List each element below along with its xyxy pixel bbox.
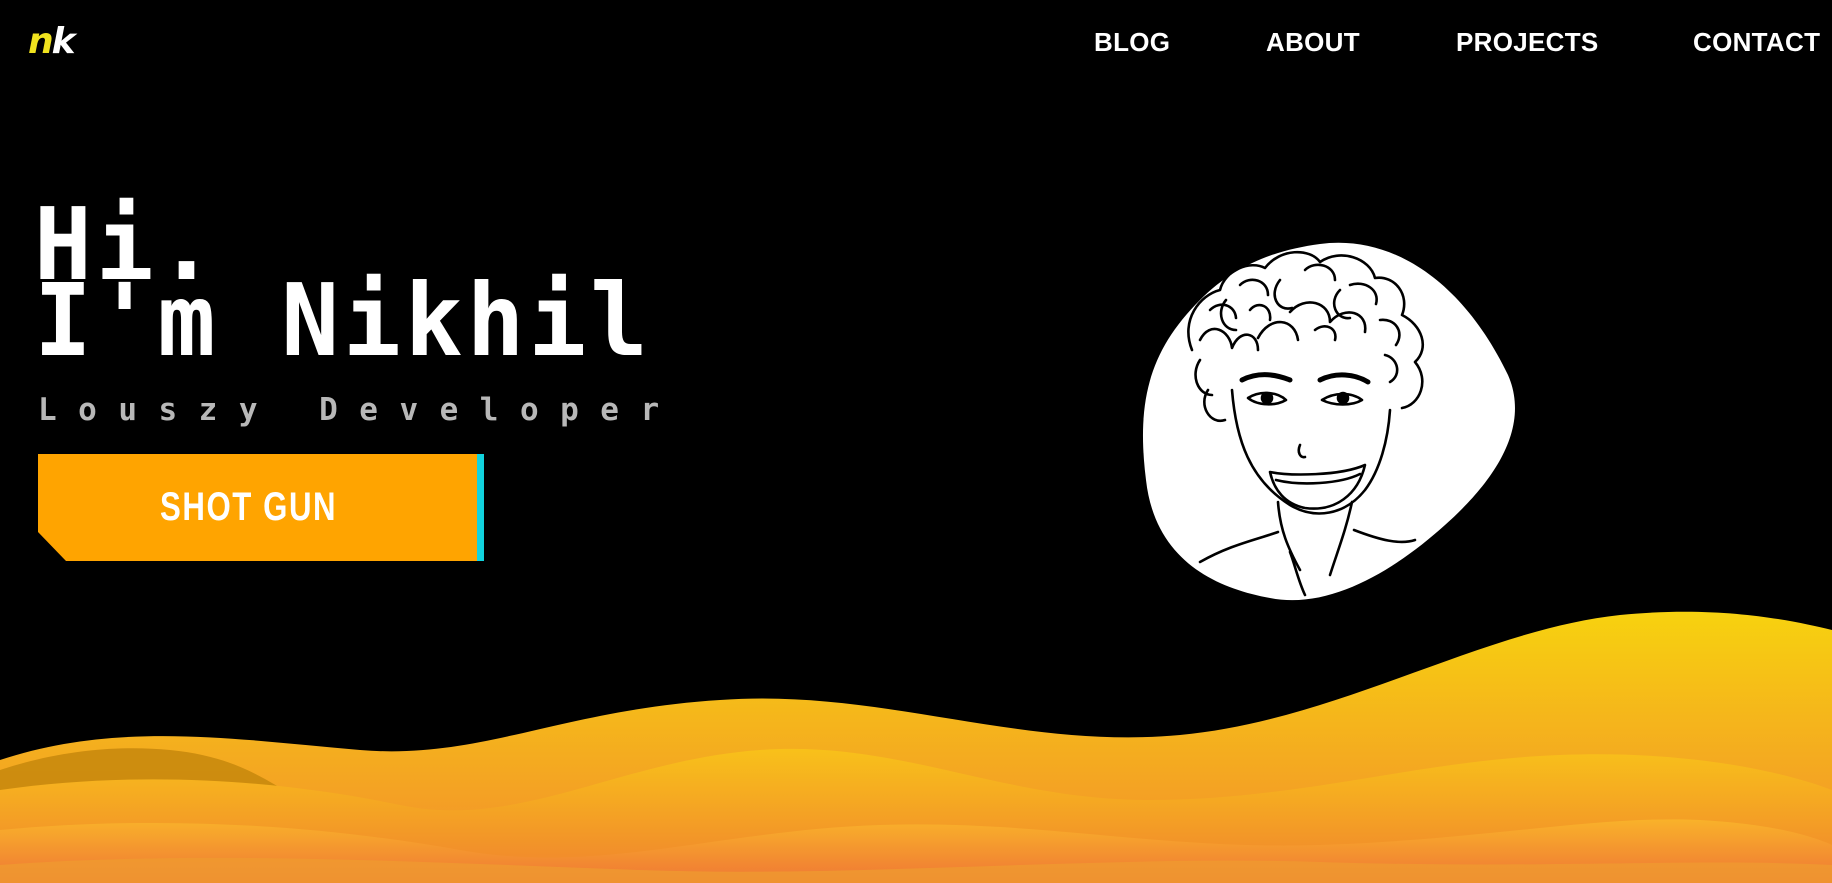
page: nk BLOG ABOUT PROJECTS CONTACT Hi. I'm N…	[0, 0, 1832, 883]
wave-background	[0, 611, 1832, 883]
avatar-sketch-icon	[1142, 242, 1515, 601]
nav-contact[interactable]: CONTACT	[1693, 24, 1820, 60]
nav-projects[interactable]: PROJECTS	[1456, 24, 1599, 60]
nav-blog[interactable]: BLOG	[1094, 24, 1170, 60]
hero-title: Hi. I'm Nikhil	[34, 195, 652, 379]
nav-about[interactable]: ABOUT	[1266, 24, 1360, 60]
hero-name: I'm Nikhil	[34, 262, 652, 379]
hero-subtitle: Louszy Developer	[38, 392, 681, 428]
shot-gun-button[interactable]: SHOT GUN	[38, 454, 484, 561]
main-nav: BLOG ABOUT PROJECTS CONTACT	[0, 24, 1832, 64]
shot-gun-button-label: SHOT GUN	[159, 485, 338, 529]
